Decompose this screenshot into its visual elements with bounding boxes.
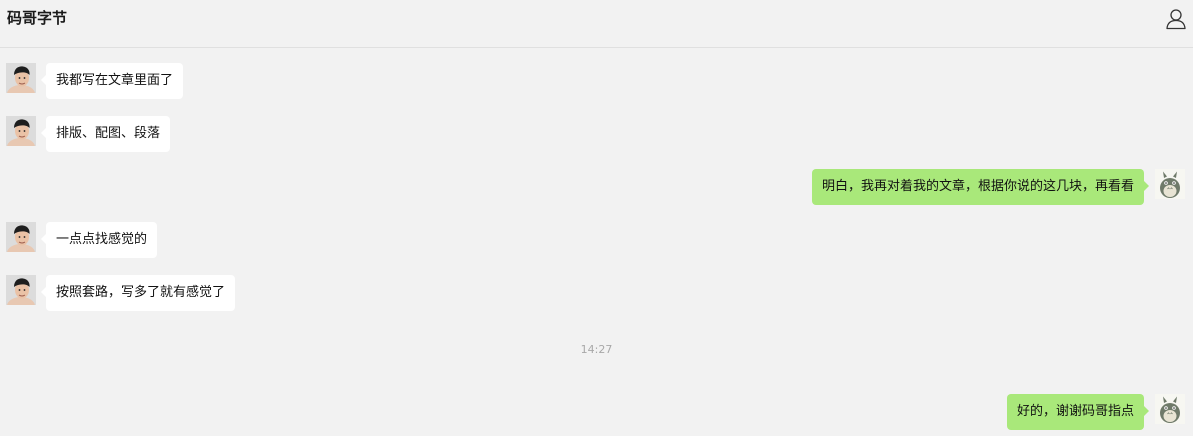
contact-avatar[interactable]: [6, 222, 36, 252]
totoro-avatar: [1155, 394, 1185, 424]
message-bubble-sent[interactable]: 好的，谢谢码哥指点: [1006, 394, 1150, 430]
person-photo-avatar: [6, 116, 36, 146]
message-bubble-received[interactable]: 一点点找感觉的: [40, 222, 158, 258]
contact-avatar[interactable]: [6, 63, 36, 93]
person-photo-avatar: [6, 63, 36, 93]
message-bubble-received[interactable]: 按照套路，写多了就有感觉了: [40, 275, 236, 311]
message-timestamp: 14:27: [580, 343, 613, 356]
message-bubble-sent[interactable]: 明白，我再对着我的文章，根据你说的这几块，再看看: [811, 169, 1150, 205]
contact-avatar[interactable]: [6, 275, 36, 305]
chat-title: 码哥字节: [7, 9, 68, 27]
self-avatar[interactable]: [1155, 394, 1185, 424]
message-bubble-received[interactable]: 我都写在文章里面了: [40, 63, 184, 99]
person-photo-avatar: [6, 222, 36, 252]
message-bubble-received[interactable]: 排版、配图、段落: [40, 116, 171, 152]
person-photo-avatar: [6, 275, 36, 305]
self-avatar[interactable]: [1155, 169, 1185, 199]
chat-header: 码哥字节: [0, 0, 1193, 48]
contact-avatar[interactable]: [6, 116, 36, 146]
totoro-avatar: [1155, 169, 1185, 199]
user-profile-icon[interactable]: [1165, 8, 1187, 30]
